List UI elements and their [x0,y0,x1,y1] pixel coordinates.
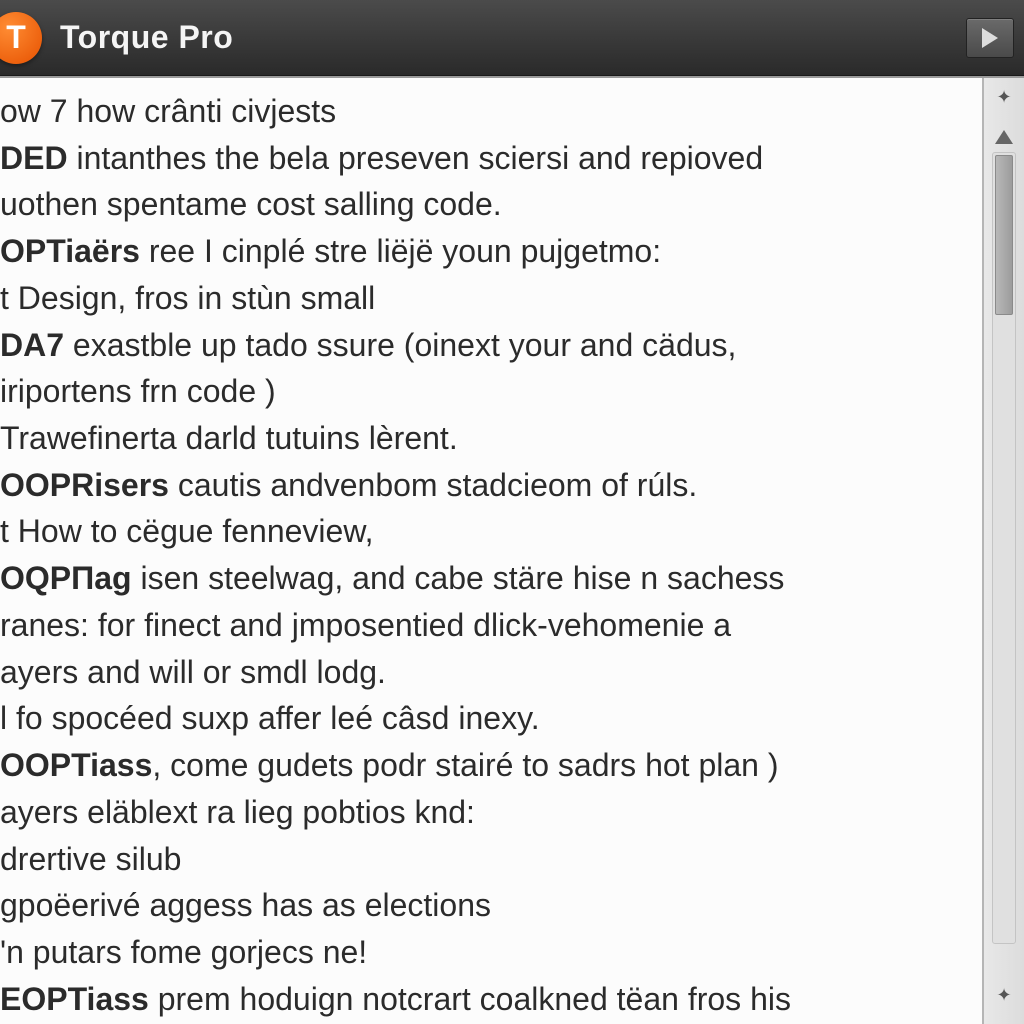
scrollbar-track[interactable] [992,152,1016,944]
play-icon [982,28,998,48]
content-wrap: ow 7 how crânti civjestsDED intanthes th… [0,76,1024,1024]
scroll-up-arrow-icon[interactable] [995,130,1013,144]
text-line: l fo spocéed suxp affer leé câsd inexy. [0,695,982,742]
sidebar-bottom-icon[interactable]: ✦ [993,984,1015,1006]
app-title: Torque Pro [60,19,233,56]
text-line: DA7 exastble up tado ssure (oinext your … [0,322,982,369]
text-line: ayers and will or smdl lodg. [0,649,982,696]
app-icon-letter: T [6,19,26,56]
titlebar-controls [966,18,1014,58]
text-line: iriportens frn code ) [0,368,982,415]
main-content: ow 7 how crânti civjestsDED intanthes th… [0,78,982,1024]
text-line: OPTiaërs ree I cinplé stre liëjë youn pu… [0,228,982,275]
text-line: Trawefinerta darld tutuins lèrent. [0,415,982,462]
text-line: OOPTiass, come gudets podr stairé to sad… [0,742,982,789]
text-line: ayers eläblext ra lieg pobtios knd: [0,789,982,836]
text-line: 'n putars fome gorjecs ne! [0,929,982,976]
text-line: ranes: for finect and jmposentied dlick-… [0,602,982,649]
text-line: DED intanthes the bela preseven sciersi … [0,135,982,182]
text-line: ow 7 how crânti civjests [0,88,982,135]
text-line: OQPΠag isen steelwag, and cabe stäre his… [0,555,982,602]
sidebar: ✦ ✦ [982,78,1024,1024]
text-line: t How to cëgue fenneview, [0,508,982,555]
scrollbar-thumb[interactable] [995,155,1013,315]
text-line: EOPTiass prem hoduign notcrart coalkned … [0,976,982,1023]
text-line: t Design, fros in stùn small [0,275,982,322]
text-line: drertive silub [0,836,982,883]
sidebar-glyph-icon[interactable]: ✦ [993,86,1015,108]
text-line: uothen spentame cost salling code. [0,181,982,228]
text-line: OOPRisers cautis andvenbom stadcieom of … [0,462,982,509]
text-line: gpoëerivé aggess has as elections [0,882,982,929]
title-bar: T Torque Pro [0,0,1024,76]
app-icon: T [0,12,42,64]
play-button[interactable] [966,18,1014,58]
